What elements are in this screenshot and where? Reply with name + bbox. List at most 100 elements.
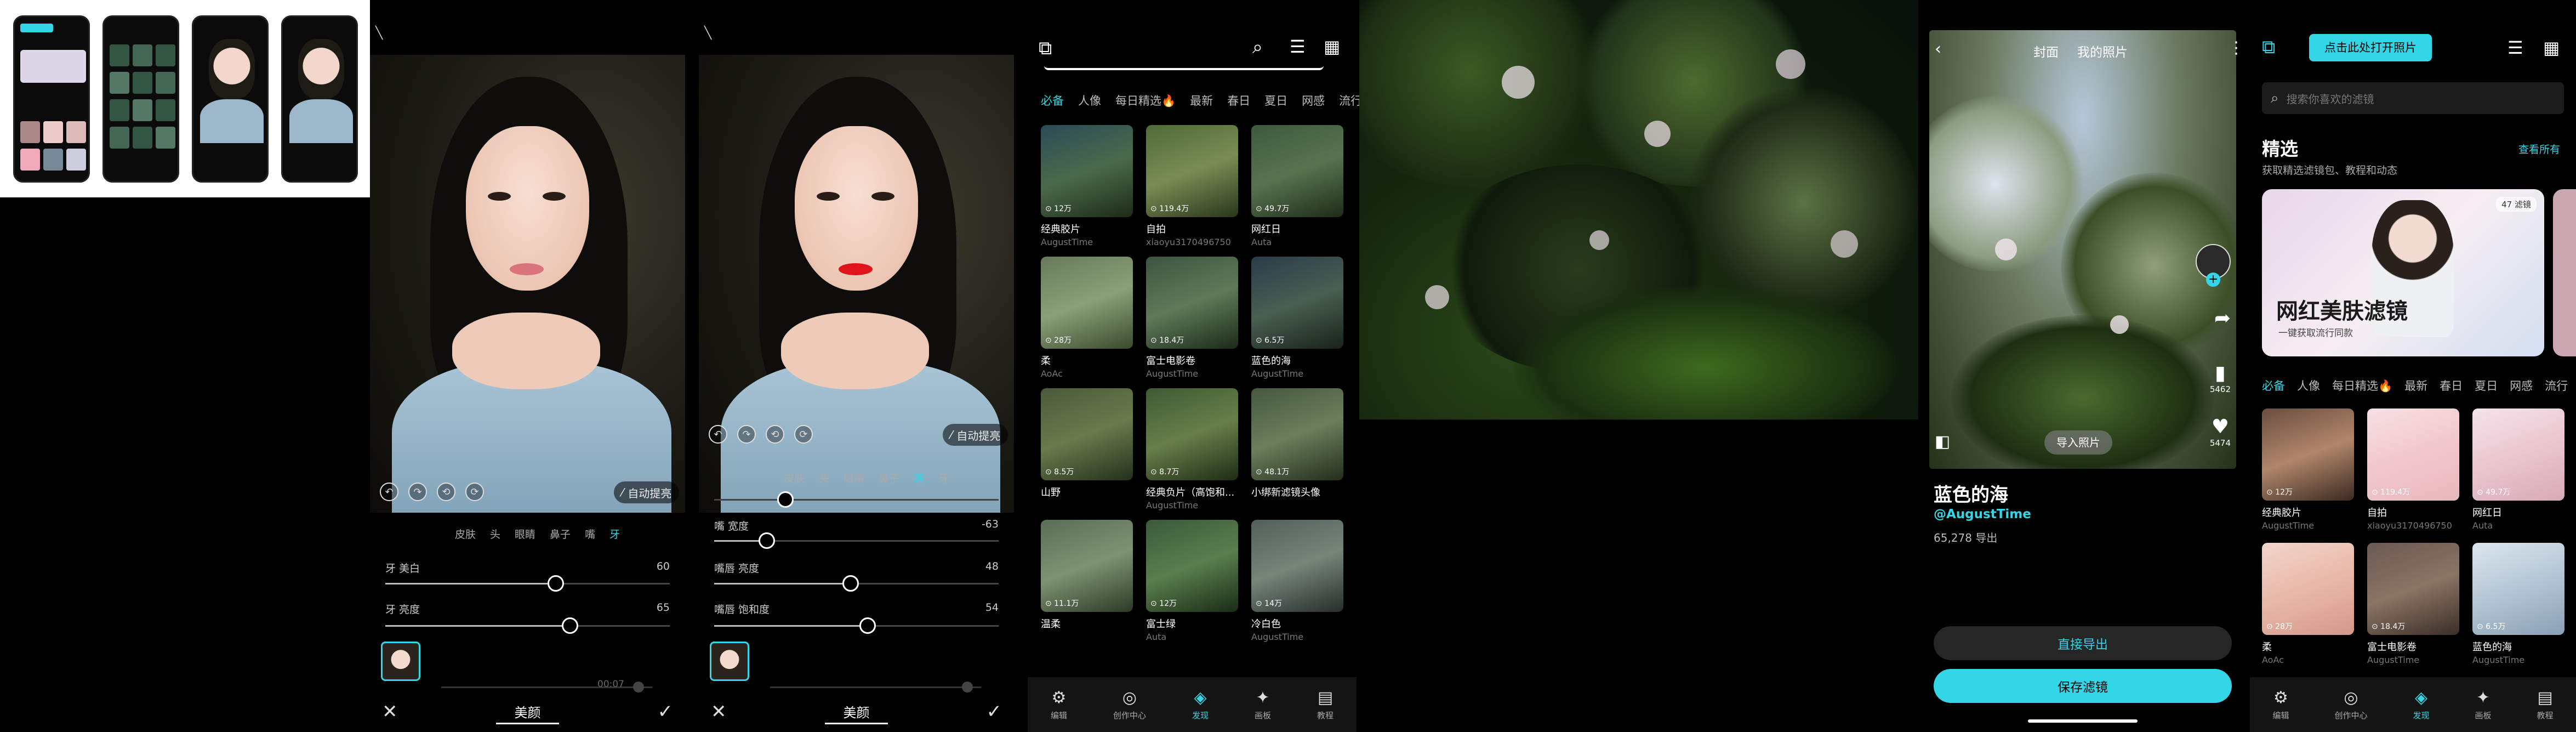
category-tab[interactable]: 每日精选🔥 [1115, 92, 1176, 109]
filter-card[interactable]: ⊙ 49.7万 网红日 Auta [1251, 125, 1343, 247]
mouth-width-slider[interactable] [714, 532, 999, 549]
slider-knob[interactable] [759, 532, 775, 549]
close-icon[interactable]: ✕ [711, 701, 727, 723]
auto-brighten-button[interactable]: ⁄ 自动提亮 [614, 481, 680, 503]
teeth-whiten-slider[interactable] [385, 575, 670, 592]
grid-view-icon[interactable]: ▦ [1324, 36, 1340, 57]
filter-card[interactable]: ⊙ 11.1万 温柔 [1041, 520, 1133, 632]
tab-my-photos[interactable]: 我的照片 [2077, 42, 2128, 60]
follow-plus-icon[interactable]: + [2206, 273, 2220, 287]
lip-saturation-slider[interactable] [714, 617, 999, 634]
category-tab[interactable]: 必备 [1041, 92, 1064, 109]
slider-knob[interactable] [548, 575, 565, 592]
search-icon[interactable]: ⌕ [1252, 36, 1263, 58]
category-tab[interactable]: 流行 [2545, 377, 2568, 394]
more-icon[interactable]: ⋮ [2228, 38, 2244, 58]
slider-knob[interactable] [842, 575, 859, 592]
tab-mouth[interactable]: 嘴 [585, 526, 595, 541]
tab-nose[interactable]: 鼻子 [550, 526, 571, 541]
filter-card[interactable]: ⊙ 119.4万 自拍 xiaoyu3170496750 [2367, 408, 2459, 531]
nav-tutorial[interactable]: ▤ 教程 [1317, 688, 1333, 721]
filter-card[interactable]: ⊙ 119.4万 自拍 xiaoyu3170496750 [1146, 125, 1238, 247]
view-all-link[interactable]: 查看所有 [2518, 141, 2560, 156]
close-icon[interactable]: ✕ [382, 701, 398, 723]
undo-icon[interactable]: ↶ [380, 483, 398, 501]
timeline-track[interactable] [770, 682, 981, 693]
category-tab[interactable]: 每日精选🔥 [2332, 377, 2392, 394]
mouth-extra-slider[interactable] [714, 491, 999, 508]
filter-card[interactable]: ⊙ 48.1万 小绑新滤镜头像 [1251, 388, 1343, 500]
filter-card[interactable]: ⊙ 28万 柔 AoAc [2262, 543, 2354, 665]
share-button[interactable]: ➦ [2214, 307, 2231, 330]
category-tab[interactable]: 流行 [1339, 92, 1362, 109]
direct-export-button[interactable]: 直接导出 [1934, 626, 2232, 660]
slider-knob[interactable] [777, 491, 794, 508]
filter-card[interactable]: ⊙ 6.5万 蓝色的海 AugustTime [1251, 257, 1343, 379]
filter-card[interactable]: ⊙ 8.5万 山野 [1041, 388, 1133, 500]
category-tab[interactable]: 人像 [1078, 92, 1101, 109]
creator-avatar[interactable]: + [2196, 244, 2231, 287]
filter-card[interactable]: ⊙ 28万 柔 AoAc [1041, 257, 1133, 379]
filter-card[interactable]: ⊙ 49.7万 网红日 Auta [2472, 408, 2564, 531]
nav-discover[interactable]: ◈ 发现 [1192, 688, 1209, 721]
category-tab[interactable]: 夏日 [2475, 377, 2498, 394]
tab-cover[interactable]: 封面 [2033, 42, 2059, 60]
filter-card[interactable]: ⊙ 12万 经典胶片 AugustTime [2262, 408, 2354, 531]
list-view-icon[interactable]: ☰ [1290, 36, 1306, 57]
category-tab[interactable]: 春日 [1227, 92, 1250, 109]
tab-teeth[interactable]: 牙 [938, 470, 949, 485]
tab-head[interactable]: 头 [490, 526, 500, 541]
back-arrow-icon[interactable]: ╲ [375, 26, 383, 40]
category-tab[interactable]: 必备 [2262, 377, 2285, 394]
filter-author-link[interactable]: @AugustTime [1934, 507, 2031, 521]
teeth-brightness-slider[interactable] [385, 617, 670, 634]
image-icon[interactable]: ⧉ [1039, 37, 1052, 59]
tab-head[interactable]: 头 [819, 470, 829, 485]
nav-creator[interactable]: ◎ 创作中心 [1113, 688, 1146, 721]
save-filter-button[interactable]: 保存滤镜 [1934, 669, 2232, 703]
back-arrow-icon[interactable]: ‹ [1935, 39, 1941, 59]
tab-nose[interactable]: 鼻子 [879, 470, 899, 485]
filter-card[interactable]: ⊙ 12万 富士绿 Auta [1146, 520, 1238, 642]
bookmark-button[interactable]: ▮ 5462 [2210, 362, 2231, 394]
undo-icon[interactable]: ↶ [709, 425, 727, 444]
grid-view-icon[interactable]: ▦ [2543, 37, 2560, 58]
filter-card[interactable]: ⊙ 12万 经典胶片 AugustTime [1041, 125, 1133, 247]
category-tab[interactable]: 网感 [1302, 92, 1325, 109]
compare-icon[interactable]: ◧ [1935, 432, 1950, 451]
nav-edit[interactable]: ⚙ 编辑 [1051, 688, 1067, 721]
tab-skin[interactable]: 皮肤 [784, 470, 805, 485]
like-button[interactable]: ♥ 5474 [2210, 416, 2231, 448]
category-tab[interactable]: 网感 [2510, 377, 2533, 394]
filter-card[interactable]: ⊙ 14万 冷白色 AugustTime [1251, 520, 1343, 642]
tab-eyes[interactable]: 眼睛 [515, 526, 535, 541]
redo-icon[interactable]: ↷ [737, 425, 756, 444]
filter-card[interactable]: ⊙ 8.7万 经典负片（高饱和... AugustTime [1146, 388, 1238, 510]
next-banner-peek[interactable] [2553, 189, 2576, 356]
history-forward-icon[interactable]: ⟳ [794, 425, 813, 444]
history-back-icon[interactable]: ⟲ [437, 483, 455, 501]
category-tab[interactable]: 夏日 [1264, 92, 1287, 109]
redo-icon[interactable]: ↷ [408, 483, 427, 501]
nav-canvas[interactable]: ✦ 画板 [2475, 688, 2491, 721]
tab-mouth[interactable]: 嘴 [914, 470, 924, 485]
slider-knob[interactable] [859, 617, 876, 634]
list-view-icon[interactable]: ☰ [2507, 37, 2523, 58]
tab-teeth[interactable]: 牙 [609, 526, 620, 541]
history-forward-icon[interactable]: ⟳ [465, 483, 484, 501]
nav-discover[interactable]: ◈ 发现 [2413, 688, 2429, 721]
tab-skin[interactable]: 皮肤 [455, 526, 476, 541]
nav-creator[interactable]: ◎ 创作中心 [2334, 688, 2367, 721]
lip-brightness-slider[interactable] [714, 575, 999, 592]
import-photo-button[interactable]: 导入照片 [2044, 430, 2112, 455]
category-tab[interactable]: 最新 [1190, 92, 1213, 109]
featured-banner[interactable]: 47 滤镜 网红美肤滤镜 一键获取流行同款 [2262, 189, 2544, 356]
back-arrow-icon[interactable]: ╲ [704, 26, 711, 40]
search-input[interactable]: ⌕ 搜索你喜欢的滤镜 [2262, 82, 2564, 114]
photo-thumbnail[interactable] [381, 642, 420, 681]
nav-tutorial[interactable]: ▤ 教程 [2537, 688, 2553, 721]
nav-edit[interactable]: ⚙ 编辑 [2272, 688, 2289, 721]
filter-card[interactable]: ⊙ 18.4万 富士电影卷 AugustTime [1146, 257, 1238, 379]
nav-canvas[interactable]: ✦ 画板 [1255, 688, 1271, 721]
category-tab[interactable]: 人像 [2297, 377, 2320, 394]
